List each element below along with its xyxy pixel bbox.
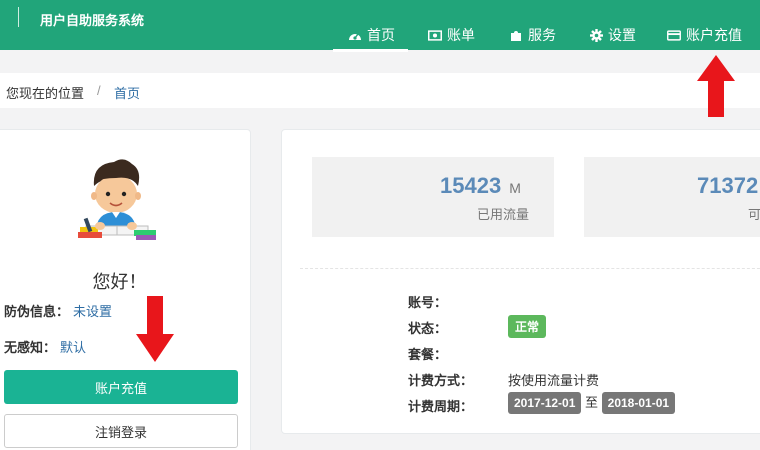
senseless-label: 无感知： [4, 340, 57, 355]
breadcrumb-prefix: 您现在的位置 [6, 86, 85, 101]
account-label: 账号： [408, 295, 448, 310]
status-value: 正常 [508, 315, 547, 338]
period-start-badge: 2017-12-01 [508, 392, 582, 414]
billing-method-label: 计费方式： [408, 373, 474, 388]
logout-button[interactable]: 注销登录 [4, 414, 238, 448]
puzzle-icon [509, 28, 523, 42]
nav-settings[interactable]: 设置 [589, 24, 636, 46]
dashboard-icon [348, 28, 362, 42]
breadcrumb-separator: / [97, 83, 101, 98]
account-stats-card: 15423 M 已用流量 71372 可 账号： 状态： 正常 套餐： 计费方式：… [281, 129, 760, 434]
nav-service[interactable]: 服务 [509, 24, 556, 46]
breadcrumb-current[interactable]: 首页 [114, 83, 140, 102]
billing-period-value: 2017-12-01 至 2018-01-01 [508, 392, 676, 414]
gear-icon [589, 28, 603, 42]
status-label: 状态： [408, 321, 448, 336]
recharge-button[interactable]: 账户充值 [4, 370, 238, 404]
available-traffic-label: 可 [748, 207, 760, 222]
nav-service-label: 服务 [528, 27, 556, 43]
arrow-up-icon [697, 55, 735, 117]
used-traffic-number: 15423 [440, 173, 502, 198]
used-traffic-unit: M [509, 180, 521, 196]
credit-card-icon [667, 28, 681, 42]
greeting: 您好！ [92, 272, 147, 292]
anti-fake-label: 防伪信息： [4, 304, 70, 319]
senseless-value[interactable]: 默认 [60, 340, 86, 355]
billing-method-value: 按使用流量计费 [508, 373, 600, 388]
section-divider [300, 268, 760, 269]
period-end-badge: 2018-01-01 [601, 392, 676, 414]
top-navbar: 用户自助服务系统 首页 账单 服务 设置 账户充值 [0, 0, 760, 52]
nav-settings-label: 设置 [608, 27, 636, 43]
plan-label: 套餐： [408, 347, 448, 362]
period-to-text: 至 [585, 395, 599, 410]
app-title: 用户自助服务系统 [40, 13, 145, 28]
anti-fake-row: 防伪信息： 未设置 [4, 301, 112, 320]
bill-icon [428, 28, 442, 42]
billing-period-label: 计费周期： [408, 399, 474, 414]
available-traffic-box: 71372 可 [584, 157, 760, 237]
avatar [72, 156, 162, 244]
senseless-row: 无感知： 默认 [4, 337, 86, 356]
nav-bill-label: 账单 [447, 27, 475, 43]
used-traffic-label: 已用流量 [477, 207, 530, 222]
nav-home-label: 首页 [367, 27, 395, 43]
available-traffic-value: 71372 [697, 173, 759, 198]
breadcrumb: 您现在的位置 / 首页 [0, 73, 760, 108]
nav-recharge[interactable]: 账户充值 [667, 24, 742, 46]
status-badge: 正常 [508, 315, 547, 338]
nav-bill[interactable]: 账单 [428, 24, 475, 46]
used-traffic-value: 15423 M [440, 173, 521, 199]
brand-divider [18, 7, 19, 27]
nav-recharge-label: 账户充值 [686, 27, 742, 43]
arrow-down-icon [136, 296, 174, 362]
nav-home[interactable]: 首页 [333, 24, 408, 52]
used-traffic-box: 15423 M 已用流量 [312, 157, 554, 237]
anti-fake-value[interactable]: 未设置 [73, 304, 112, 319]
profile-card: 您好！ 防伪信息： 未设置 无感知： 默认 账户充值 注销登录 [0, 129, 251, 450]
